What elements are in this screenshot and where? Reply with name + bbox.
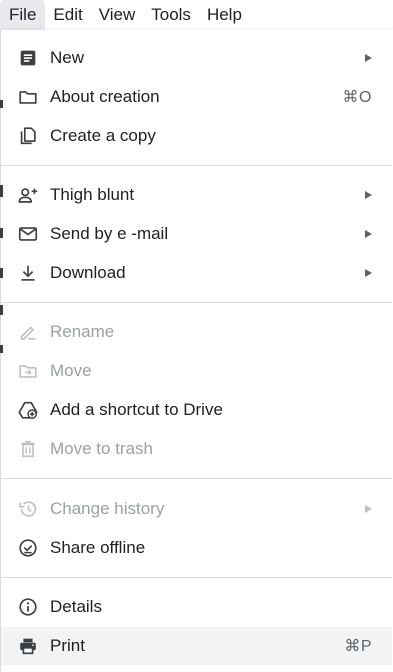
submenu-arrow-icon	[365, 230, 372, 238]
background-doc-mark	[0, 305, 3, 315]
download-icon	[17, 262, 39, 284]
menubar-view[interactable]: View	[91, 0, 144, 30]
background-doc-mark	[0, 185, 3, 197]
menu-item-change-history[interactable]: Change history	[1, 490, 392, 528]
menu-item-label: Create a copy	[50, 126, 156, 145]
shortcut-label: ⌘P	[344, 638, 372, 655]
shortcut-label: ⌘O	[342, 89, 372, 106]
submenu-arrow-icon	[365, 505, 372, 513]
submenu-arrow-icon	[365, 269, 372, 277]
menu-item-label: Download	[50, 263, 126, 282]
background-doc-mark	[0, 268, 3, 278]
history-icon	[17, 498, 39, 520]
menubar-edit[interactable]: Edit	[45, 0, 90, 30]
menu-item-label: Move	[50, 361, 92, 380]
menu-item-rename[interactable]: Rename	[1, 313, 392, 351]
menu-item-label: New	[50, 48, 85, 67]
rename-icon	[17, 321, 39, 343]
print-icon	[17, 635, 39, 657]
menu-divider	[1, 302, 392, 303]
menu-item-add-shortcut-drive[interactable]: Add a shortcut to Drive	[1, 391, 392, 429]
menu-item-details[interactable]: Details	[1, 588, 392, 626]
menu-item-label: About creation	[50, 87, 160, 106]
person-add-icon	[17, 184, 39, 206]
menu-item-new[interactable]: New	[1, 39, 392, 77]
menu-item-label: Print	[50, 636, 85, 655]
menubar-file[interactable]: File	[0, 0, 46, 30]
menu-item-create-copy[interactable]: Create a copy	[1, 117, 392, 155]
menu-item-label: Add a shortcut to Drive	[50, 400, 223, 419]
menu-item-label: Thigh blunt	[50, 185, 135, 204]
menubar-tools[interactable]: Tools	[143, 0, 199, 30]
background-doc-mark	[0, 345, 3, 353]
document-icon	[17, 47, 39, 69]
menu-item-label: Details	[50, 597, 102, 616]
menu-item-download[interactable]: Download	[1, 254, 392, 292]
menu-item-label: Share offline	[50, 538, 146, 557]
menu-item-label: Move to trash	[50, 439, 153, 458]
menubar-help[interactable]: Help	[199, 0, 250, 30]
move-folder-icon	[17, 360, 39, 382]
menu-item-send-email[interactable]: Send by e -mail	[1, 215, 392, 253]
menu-item-move-to-trash[interactable]: Move to trash	[1, 430, 392, 468]
menu-divider	[1, 478, 392, 479]
menu-bar: File Edit View Tools Help	[0, 0, 393, 30]
menu-divider	[1, 165, 392, 166]
info-icon	[17, 596, 39, 618]
mail-icon	[17, 223, 39, 245]
menu-item-thigh-blunt[interactable]: Thigh blunt	[1, 176, 392, 214]
menu-divider	[1, 577, 392, 578]
folder-icon	[17, 86, 39, 108]
menu-item-share-offline[interactable]: Share offline	[1, 529, 392, 567]
background-doc-mark	[0, 100, 3, 108]
menu-item-move[interactable]: Move	[1, 352, 392, 390]
background-doc-mark	[0, 228, 3, 238]
menu-item-about-creation[interactable]: About creation ⌘O	[1, 78, 392, 116]
menu-item-label: Change history	[50, 499, 165, 518]
submenu-arrow-icon	[365, 54, 372, 62]
trash-icon	[17, 438, 39, 460]
submenu-arrow-icon	[365, 191, 372, 199]
copy-icon	[17, 125, 39, 147]
file-menu-dropdown: New About creation ⌘O Create a copy Thig…	[0, 30, 393, 672]
drive-shortcut-icon	[17, 399, 39, 421]
menu-item-print[interactable]: Print ⌘P	[1, 627, 392, 665]
menu-item-label: Send by e -mail	[50, 224, 169, 243]
offline-check-icon	[17, 537, 39, 559]
menu-item-label: Rename	[50, 322, 115, 341]
